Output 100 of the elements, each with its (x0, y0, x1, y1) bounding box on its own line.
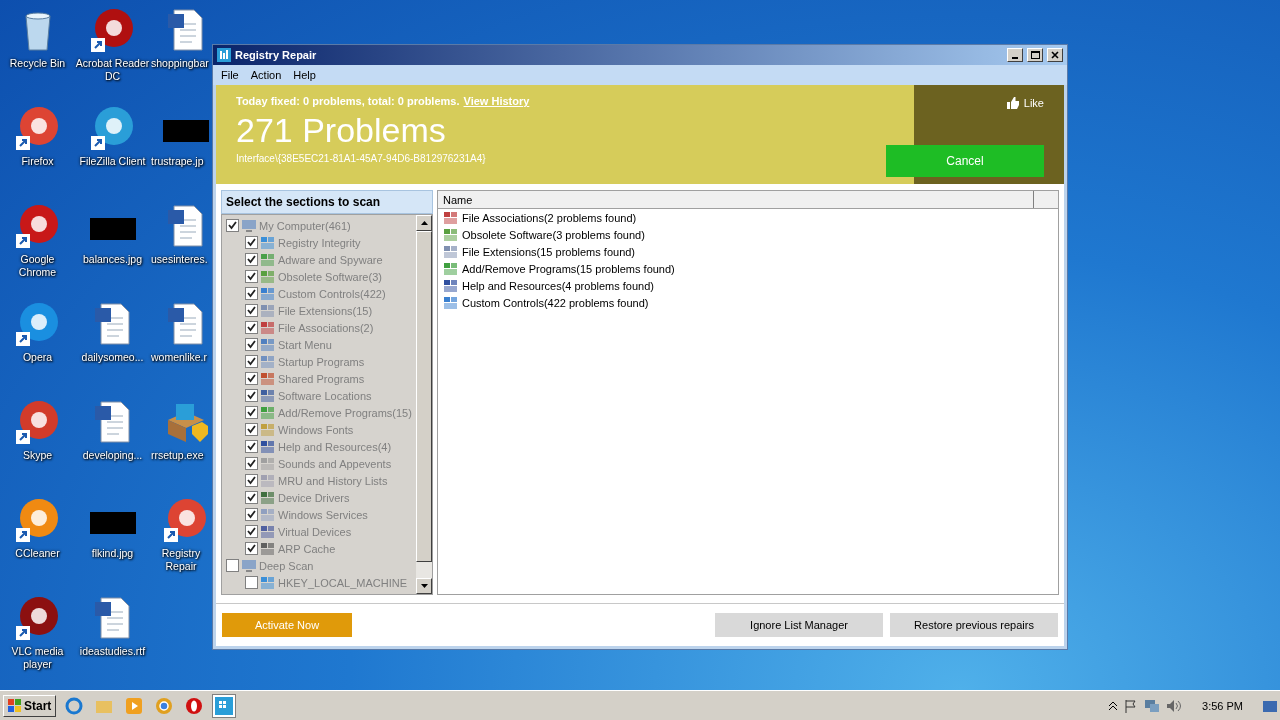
restore-repairs-button[interactable]: Restore previous repairs (890, 613, 1058, 637)
checkbox[interactable] (245, 508, 258, 521)
tree-item[interactable]: Software Locations (278, 389, 372, 402)
desktop-icon-label[interactable]: CCleaner (0, 547, 75, 560)
checkbox[interactable] (245, 253, 258, 266)
checkbox[interactable] (245, 491, 258, 504)
network-icon[interactable] (1144, 698, 1161, 713)
section-icon (260, 541, 276, 556)
checkbox[interactable] (245, 236, 258, 249)
tree-item[interactable]: Registry Integrity (278, 236, 361, 249)
computer-icon (241, 218, 257, 233)
tree-item[interactable]: Obsolete Software(3) (278, 270, 382, 283)
maximize-button[interactable] (1027, 48, 1043, 62)
desktop-icon-label[interactable]: Google Chrome (0, 253, 75, 279)
tree-item[interactable]: Add/Remove Programs(15) (278, 406, 412, 419)
section-icon (260, 269, 276, 284)
checkbox[interactable] (245, 525, 258, 538)
checkbox[interactable] (245, 304, 258, 317)
checkbox[interactable] (245, 406, 258, 419)
checkbox[interactable] (245, 355, 258, 368)
desktop-icon-label[interactable]: trustrape.jp (151, 155, 204, 168)
result-item[interactable]: Add/Remove Programs(15 problems found) (462, 262, 675, 275)
checkbox[interactable] (245, 389, 258, 402)
ignore-list-button[interactable]: Ignore List Manager (715, 613, 883, 637)
result-item[interactable]: Obsolete Software(3 problems found) (462, 228, 645, 241)
desktop-icon-label[interactable]: FileZilla Client (75, 155, 150, 168)
desktop-icon-label[interactable]: flkind.jpg (75, 547, 150, 560)
show-desktop-icon[interactable] (1263, 698, 1277, 713)
result-item[interactable]: Custom Controls(422 problems found) (462, 296, 649, 309)
checkbox[interactable] (245, 372, 258, 385)
desktop-icon-label[interactable]: shoppingbar (151, 57, 209, 70)
desktop-icon-label[interactable]: Skype (0, 449, 75, 462)
desktop-icon-label[interactable]: Acrobat Reader DC (75, 57, 150, 83)
desktop-icon-label[interactable]: ideastudies.rtf (75, 645, 150, 658)
section-icon (443, 278, 459, 293)
checkbox[interactable] (245, 474, 258, 487)
desktop-icon-label[interactable]: Opera (0, 351, 75, 364)
speaker-icon[interactable] (1166, 698, 1183, 713)
tree-item[interactable]: My Computer(461) (259, 219, 351, 232)
tree-item[interactable]: Help and Resources(4) (278, 440, 392, 453)
desktop-icon-label[interactable]: VLC media player (0, 645, 75, 671)
section-icon (443, 210, 459, 225)
close-button[interactable] (1047, 48, 1063, 62)
checkbox[interactable] (245, 576, 258, 589)
flag-icon[interactable] (1124, 698, 1139, 713)
desktop-icon-label[interactable]: usesinteres. (151, 253, 208, 266)
desktop-icon-label[interactable]: dailysomeo... (75, 351, 150, 364)
tree-item[interactable]: Sounds and Appevents (278, 457, 392, 470)
checkbox[interactable] (226, 219, 239, 232)
tree-item[interactable]: Virtual Devices (278, 525, 352, 538)
section-icon (260, 235, 276, 250)
up-arrow-icon[interactable] (420, 221, 428, 225)
tree-item[interactable]: Windows Fonts (278, 423, 354, 436)
tree-item[interactable]: Windows Services (278, 508, 368, 521)
down-arrow-icon[interactable] (420, 584, 428, 588)
section-icon (443, 261, 459, 276)
desktop-icon-label[interactable]: developing... (75, 449, 150, 462)
checkbox[interactable] (226, 559, 239, 572)
checkbox[interactable] (245, 270, 258, 283)
result-item[interactable]: File Associations(2 problems found) (462, 211, 637, 224)
tree-item[interactable]: Deep Scan (259, 559, 314, 572)
desktop-icon-label[interactable]: balances.jpg (75, 253, 150, 266)
checkbox[interactable] (245, 321, 258, 334)
desktop-icon-label[interactable]: rrsetup.exe (151, 449, 204, 462)
checkbox[interactable] (245, 542, 258, 555)
minimize-button[interactable] (1007, 48, 1023, 62)
desktop-icon-label[interactable]: Recycle Bin (0, 57, 75, 70)
section-icon (260, 371, 276, 386)
checkbox[interactable] (245, 287, 258, 300)
section-icon (260, 524, 276, 539)
checkbox[interactable] (245, 423, 258, 436)
section-icon (260, 405, 276, 420)
tree-item[interactable]: ARP Cache (278, 542, 336, 555)
checkbox[interactable] (245, 457, 258, 470)
desktop-icon-label[interactable]: womenlike.r (151, 351, 208, 364)
panel-header: Select the sections to scan (221, 190, 433, 214)
section-icon (260, 252, 276, 267)
like-button[interactable]: Like (1006, 97, 1044, 109)
section-icon (260, 473, 276, 488)
scan-path: Interface\{38E5EC21-81A1-45A7-94D6-B812976231A4} (236, 153, 487, 164)
result-item[interactable]: Help and Resources(4 problems found) (462, 279, 654, 292)
tree-item[interactable]: MRU and History Lists (278, 474, 388, 487)
tree-item[interactable]: Adware and Spyware (278, 253, 383, 266)
tree-item[interactable]: Device Drivers (278, 491, 350, 504)
checkbox[interactable] (245, 338, 258, 351)
tree-item[interactable]: Start Menu (278, 338, 332, 351)
start-button[interactable]: Start (3, 694, 57, 717)
thumbs-up-icon (1006, 97, 1020, 109)
desktop-icon-label[interactable]: Firefox (0, 155, 75, 168)
tree-item[interactable]: Custom Controls(422) (278, 287, 386, 300)
section-icon (443, 227, 459, 242)
scrollbar[interactable] (416, 215, 432, 594)
result-item[interactable]: File Extensions(15 problems found) (462, 245, 636, 258)
desktop-icon-label[interactable]: Registry Repair (151, 547, 211, 573)
chevron-icon[interactable] (1108, 700, 1119, 711)
registry-repair-task[interactable] (212, 693, 237, 718)
menu-item[interactable]: Help (293, 69, 316, 81)
checkbox[interactable] (245, 440, 258, 453)
menu-item[interactable]: File (221, 69, 239, 81)
menu-item[interactable]: Action (250, 69, 282, 81)
